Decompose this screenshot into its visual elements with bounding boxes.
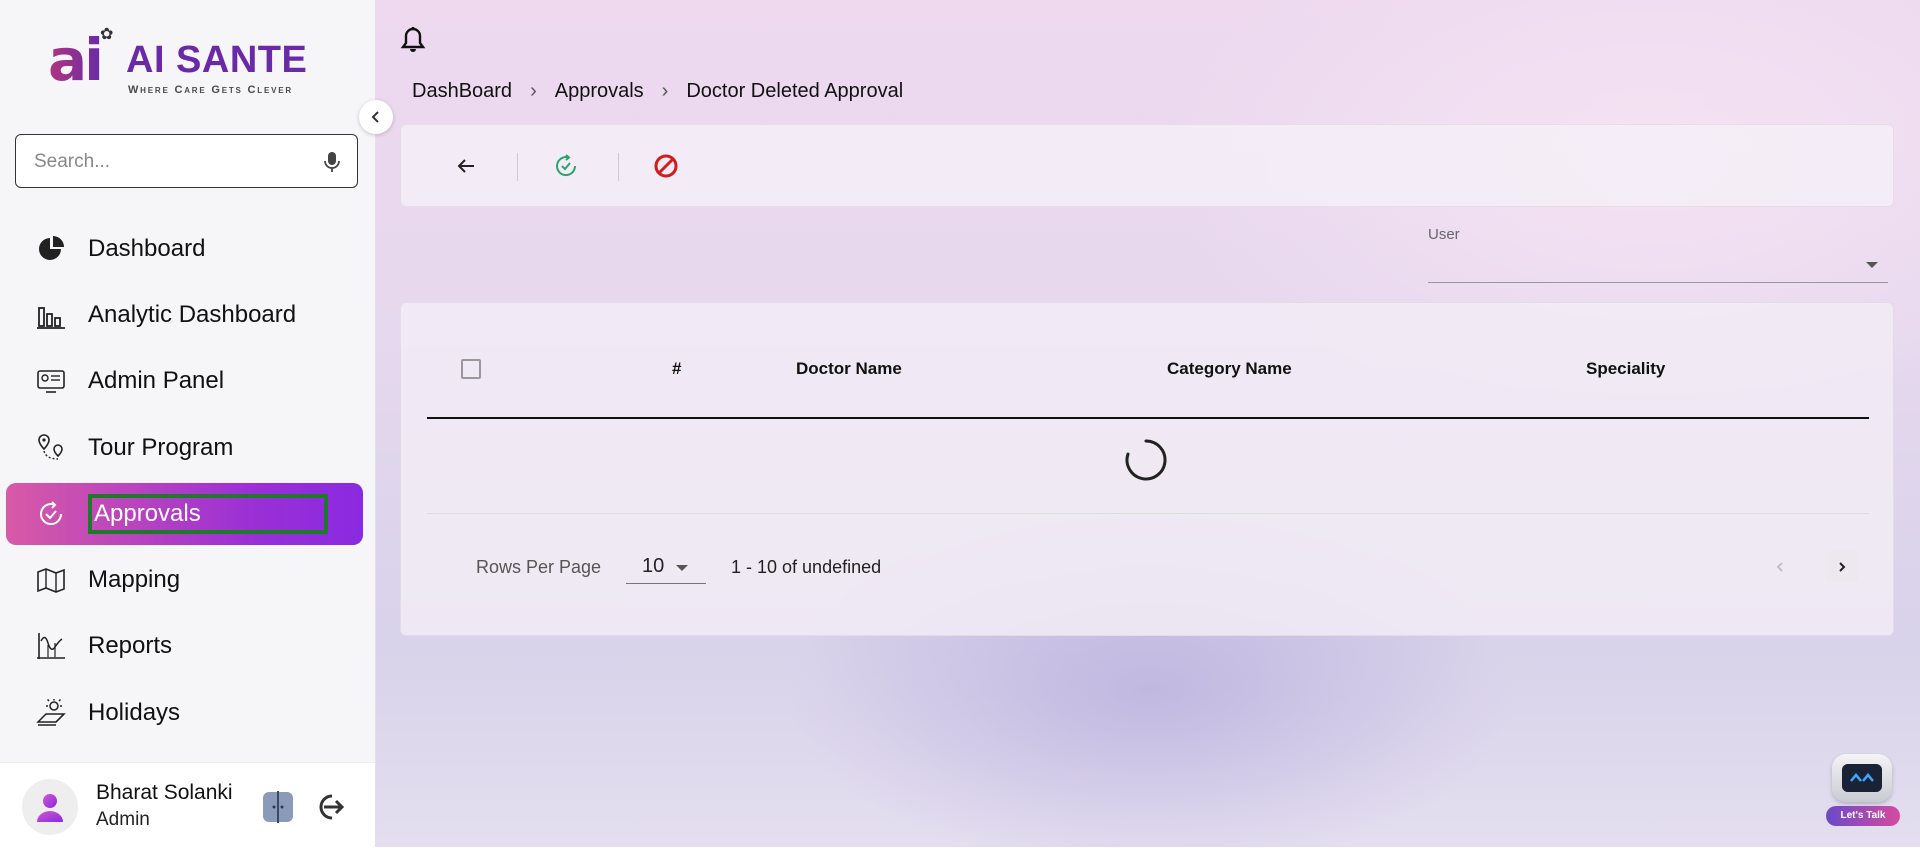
action-toolbar xyxy=(400,124,1894,207)
block-icon xyxy=(654,154,678,178)
loading-spinner-icon xyxy=(1125,439,1167,481)
column-header-category-name[interactable]: Category Name xyxy=(1167,359,1292,379)
user-role: Admin xyxy=(96,809,150,830)
holiday-icon xyxy=(36,698,66,726)
user-name: Bharat Solanki xyxy=(96,781,233,804)
logo-mark: ai xyxy=(48,26,104,94)
pagination-range: 1 - 10 of undefined xyxy=(731,557,882,577)
reports-icon xyxy=(37,633,65,659)
column-header-speciality[interactable]: Speciality xyxy=(1586,359,1665,379)
approvals-table: # Doctor Name Category Name Speciality R… xyxy=(400,302,1894,636)
table-divider xyxy=(427,513,1869,514)
brand-logo[interactable]: ✿ ai AI SANTE Where Care Gets Clever xyxy=(48,24,338,98)
rows-per-page-label: Rows Per Page xyxy=(476,557,602,577)
rows-per-page-value: 10 xyxy=(642,555,665,577)
back-button[interactable] xyxy=(449,149,483,183)
caret-down-icon xyxy=(676,565,688,571)
sidebar-item-label: Approvals xyxy=(88,494,328,534)
column-header-index[interactable]: # xyxy=(672,359,681,379)
sidebar-item-analytic-dashboard[interactable]: Analytic Dashboard xyxy=(6,284,363,346)
column-header-doctor-name[interactable]: Doctor Name xyxy=(796,359,902,379)
sidebar-item-reports[interactable]: Reports xyxy=(6,615,363,677)
toolbar-divider xyxy=(618,153,619,181)
chevron-left-icon xyxy=(371,111,379,123)
notification-bell-icon[interactable] xyxy=(400,26,426,54)
table-header: # Doctor Name Category Name Speciality xyxy=(427,343,1869,419)
logout-icon[interactable] xyxy=(314,791,346,823)
select-all-checkbox[interactable] xyxy=(461,359,481,379)
sidebar-item-holidays[interactable]: Holidays xyxy=(6,682,363,744)
route-icon xyxy=(38,434,63,460)
microphone-icon[interactable] xyxy=(323,151,341,173)
brand-name: AI SANTE xyxy=(126,39,308,81)
sidebar-item-tour-program[interactable]: Tour Program xyxy=(6,417,363,479)
collapse-sidebar-button[interactable] xyxy=(359,100,393,134)
chatbot-launcher[interactable]: Let's Talk xyxy=(1826,748,1900,828)
pagination: Rows Per Page 10 1 - 10 of undefined xyxy=(401,543,1895,593)
admin-panel-icon xyxy=(37,370,65,393)
approve-button[interactable] xyxy=(549,149,583,183)
robot-face-icon xyxy=(1842,764,1882,792)
toolbar-divider xyxy=(517,153,518,181)
breadcrumb-current: Doctor Deleted Approval xyxy=(686,80,904,102)
arrow-left-icon xyxy=(457,159,474,173)
sidebar: ✿ ai AI SANTE Where Care Gets Clever Das… xyxy=(0,0,376,848)
rows-per-page-select[interactable]: 10 xyxy=(626,551,706,584)
bar-chart-icon xyxy=(37,307,65,329)
chevron-right-icon xyxy=(1839,562,1846,572)
search-input[interactable] xyxy=(32,147,316,177)
map-icon xyxy=(37,568,65,593)
approval-icon xyxy=(40,501,63,526)
caret-down-icon xyxy=(1866,262,1878,268)
brand-tagline: Where Care Gets Clever xyxy=(128,84,293,96)
sidebar-item-label: Holidays xyxy=(88,699,181,726)
sidebar-item-label: Tour Program xyxy=(88,434,234,461)
previous-page-button[interactable] xyxy=(1764,551,1796,583)
sidebar-item-label: Admin Panel xyxy=(88,367,225,394)
user-select-underline xyxy=(1428,282,1888,283)
breadcrumb-approvals[interactable]: Approvals xyxy=(555,80,644,103)
sidebar-item-label: Reports xyxy=(88,632,173,659)
chevron-left-icon xyxy=(1776,562,1783,572)
breadcrumb-dashboard[interactable]: DashBoard xyxy=(412,80,512,103)
sidebar-item-label: Mapping xyxy=(88,566,181,593)
search-box xyxy=(15,134,358,188)
reject-button[interactable] xyxy=(649,149,683,183)
breadcrumb: DashBoard › Approvals › Doctor Deleted A… xyxy=(412,80,903,103)
user-select[interactable]: User xyxy=(1428,224,1888,284)
lets-talk-label: Let's Talk xyxy=(1826,806,1900,826)
avatar[interactable] xyxy=(22,779,78,835)
chat-icon[interactable] xyxy=(262,791,294,823)
sidebar-item-label: Analytic Dashboard xyxy=(88,301,297,328)
logo-swirl-icon: ✿ xyxy=(100,26,114,43)
chevron-right-icon: › xyxy=(661,80,669,102)
sidebar-item-mapping[interactable]: Mapping xyxy=(6,549,363,611)
user-panel: Bharat Solanki Admin xyxy=(0,762,375,848)
sidebar-item-dashboard[interactable]: Dashboard xyxy=(6,218,363,280)
sidebar-item-approvals[interactable]: Approvals xyxy=(6,483,363,545)
sidebar-item-admin-panel[interactable]: Admin Panel xyxy=(6,350,363,412)
sidebar-item-label: Dashboard xyxy=(88,235,206,262)
approve-icon xyxy=(556,154,577,177)
next-page-button[interactable] xyxy=(1826,551,1858,583)
pie-chart-icon xyxy=(39,236,64,260)
chevron-right-icon: › xyxy=(530,80,537,102)
user-select-label: User xyxy=(1428,226,1460,243)
user-avatar-icon xyxy=(37,794,63,822)
